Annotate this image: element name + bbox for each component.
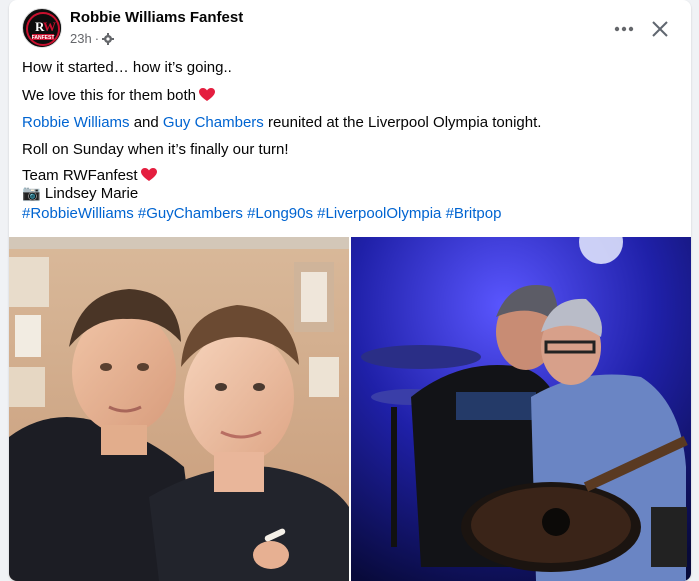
post-line-2: We love this for them both bbox=[22, 86, 215, 108]
post-line-3-rest: reunited at the Liverpool Olympia tonigh… bbox=[263, 114, 542, 131]
fanfest-logo: R W FANFEST bbox=[24, 10, 61, 47]
gear-icon[interactable] bbox=[102, 32, 115, 45]
post-line-3-and: and bbox=[129, 114, 163, 131]
more-options-button[interactable] bbox=[611, 16, 637, 42]
photo-grid bbox=[9, 237, 691, 581]
post-line-5-text: Team RWFanfest bbox=[22, 167, 138, 184]
post-line-2-text: We love this for them both bbox=[22, 87, 196, 104]
hashtag-link[interactable]: #Britpop bbox=[446, 205, 502, 222]
more-options-icon bbox=[614, 26, 634, 32]
svg-text:W: W bbox=[43, 19, 56, 34]
mention-robbie-williams[interactable]: Robbie Williams bbox=[22, 114, 130, 131]
photo-credit: Lindsey Marie bbox=[40, 185, 139, 202]
post-time[interactable]: 23h bbox=[70, 31, 92, 46]
post-line-6: 📷 Lindsey Marie bbox=[22, 184, 138, 204]
hashtags: #RobbieWilliams #GuyChambers #Long90s #L… bbox=[22, 204, 501, 224]
mention-guy-chambers[interactable]: Guy Chambers bbox=[163, 114, 264, 131]
post-meta: 23h · bbox=[70, 31, 115, 46]
post-card: R W FANFEST Robbie Williams Fanfest 23h … bbox=[9, 0, 691, 581]
page-avatar[interactable]: R W FANFEST bbox=[22, 8, 62, 48]
hashtag-link[interactable]: #Long90s bbox=[247, 205, 313, 222]
camera-icon: 📷 bbox=[22, 185, 41, 202]
post-line-1: How it started… how it’s going.. bbox=[22, 59, 232, 76]
hashtag-link[interactable]: #GuyChambers bbox=[138, 205, 243, 222]
hashtag-link[interactable]: #RobbieWilliams bbox=[22, 205, 134, 222]
page-name-link[interactable]: Robbie Williams Fanfest bbox=[70, 9, 243, 26]
heart-icon bbox=[198, 88, 215, 108]
svg-text:FANFEST: FANFEST bbox=[32, 35, 55, 41]
hashtag-link[interactable]: #LiverpoolOlympia bbox=[317, 205, 441, 222]
post-line-3: Robbie Williams and Guy Chambers reunite… bbox=[22, 113, 541, 133]
photo-now[interactable] bbox=[351, 237, 691, 581]
post-line-4: Roll on Sunday when it’s finally our tur… bbox=[22, 141, 289, 158]
close-icon bbox=[652, 21, 668, 37]
heart-icon bbox=[140, 168, 157, 188]
photo-then[interactable] bbox=[9, 237, 349, 581]
meta-separator: · bbox=[94, 31, 100, 46]
post-header: R W FANFEST Robbie Williams Fanfest 23h … bbox=[9, 0, 691, 56]
close-button[interactable] bbox=[647, 16, 673, 42]
